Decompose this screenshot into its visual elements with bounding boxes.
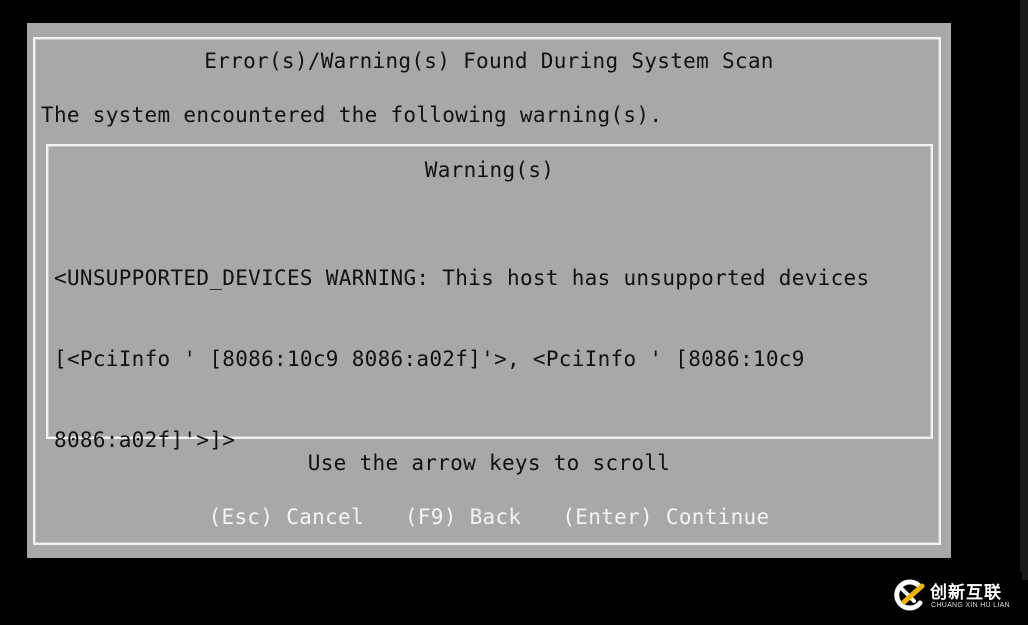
continue-button[interactable]: (Enter) Continue (562, 505, 769, 529)
screen: Error(s)/Warning(s) Found During System … (0, 0, 1028, 625)
action-bar: (Esc) Cancel (F9) Back (Enter) Continue (27, 505, 951, 529)
scroll-hint: Use the arrow keys to scroll (307, 451, 671, 475)
screen-edge (1020, 0, 1028, 580)
system-scan-dialog: Error(s)/Warning(s) Found During System … (27, 23, 951, 558)
cancel-key: (Esc) (208, 505, 274, 529)
watermark: 创新互联 CHUANG XIN HU LIAN (882, 572, 1022, 620)
warning-line: <UNSUPPORTED_DEVICES WARNING: This host … (54, 266, 870, 290)
warnings-title: Warning(s) (424, 158, 555, 182)
watermark-name-cn: 创新互联 (930, 583, 1002, 603)
back-label: Back (469, 505, 522, 529)
back-key: (F9) (404, 505, 457, 529)
warnings-box[interactable]: Warning(s) <UNSUPPORTED_DEVICES WARNING:… (46, 144, 933, 452)
watermark-name-en: CHUANG XIN HU LIAN (931, 602, 1010, 609)
continue-key: (Enter) (562, 505, 653, 529)
logo-icon (894, 579, 925, 611)
cancel-label: Cancel (286, 505, 364, 529)
cancel-button[interactable]: (Esc) Cancel (209, 505, 364, 529)
dialog-subtitle: The system encountered the following war… (41, 103, 663, 127)
back-button[interactable]: (F9) Back (405, 505, 522, 529)
warning-line: 8086:a02f]'>]> (54, 428, 236, 452)
dialog-title: Error(s)/Warning(s) Found During System … (204, 49, 774, 73)
continue-label: Continue (665, 505, 770, 529)
warning-line: [<PciInfo ' [8086:10c9 8086:a02f]'>, <Pc… (54, 347, 805, 371)
